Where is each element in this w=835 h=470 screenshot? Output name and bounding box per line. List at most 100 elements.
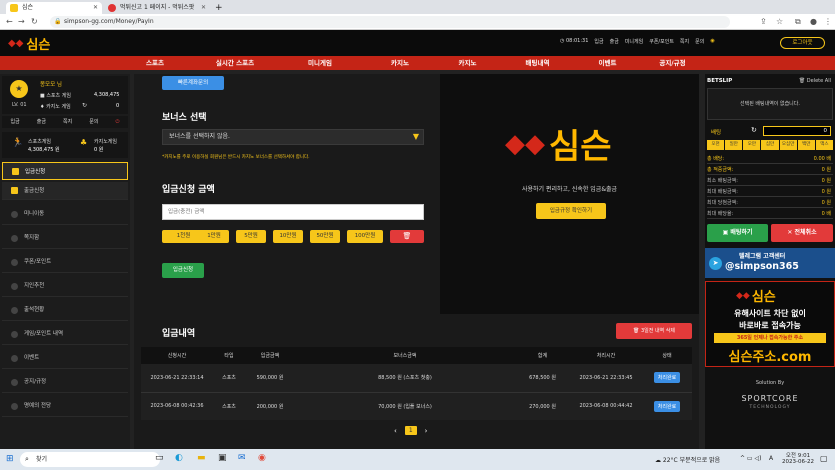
mail-icon[interactable]: ✉ <box>238 453 246 463</box>
telegram-banner[interactable]: ➤ 텔레그램 고객센터 @simpson365 <box>705 248 835 278</box>
top-link-deposit[interactable]: 입금 <box>594 38 603 45</box>
betslip-row-label: 최소 배팅금액: <box>707 178 738 184</box>
menu-icon[interactable]: ⋮ <box>824 17 832 27</box>
amount-1m-button[interactable]: 100만원 <box>347 230 383 243</box>
top-link-withdraw[interactable]: 출금 <box>610 38 619 45</box>
amount-10k-button[interactable]: 1만원 <box>199 230 229 243</box>
amount-input[interactable] <box>162 204 424 220</box>
profile-icon[interactable]: ● <box>810 17 817 27</box>
sidebar-item-minigame[interactable]: 미니이동 <box>2 204 128 225</box>
amount-50k-button[interactable]: 5만원 <box>236 230 266 243</box>
site-logo[interactable]: ◆◆ 심슨 <box>8 34 50 53</box>
new-tab-button[interactable]: + <box>212 2 226 14</box>
sidebar-item-deposit[interactable]: 입금신청 <box>2 162 128 180</box>
page-1-button[interactable]: 1 <box>404 426 417 435</box>
quick-inquiry[interactable]: 문의 <box>89 116 98 128</box>
top-link-coupon[interactable]: 쿠폰/포인트 <box>649 38 674 45</box>
bonus-note: *카지노를 주로 이용하실 회원님은 반드시 카지노 보너스를 선택하셔야 합니… <box>162 155 310 160</box>
ime-indicator[interactable]: A <box>769 455 773 462</box>
sidebar-item-notice[interactable]: 공지/규정 <box>2 372 128 393</box>
tab-active[interactable]: 심슨 ✕ <box>6 2 102 14</box>
sidebar-item-coupon[interactable]: 쿠폰/포인트 <box>2 252 128 273</box>
deposit-rules-button[interactable]: 입금규정 확인하기 <box>536 203 606 219</box>
sidebar-item-messages[interactable]: 쪽지함 <box>2 228 128 249</box>
amount-500k-button[interactable]: 50만원 <box>310 230 340 243</box>
nav-notice[interactable]: 공지/규정 <box>635 56 710 70</box>
url-field[interactable]: 🔒 simpson-gg.com/Money/PayIn <box>50 16 730 28</box>
table-header-row: 신청시간 타입 입금금액 보너스금액 합계 처리시간 상태 <box>141 347 692 364</box>
lock-icon: 🔒 <box>54 18 62 25</box>
taskbar-search[interactable]: ⌕ 찾기 <box>20 452 160 467</box>
share-icon[interactable]: ⇪ <box>760 17 767 27</box>
quick-max-button[interactable]: 맥스 <box>815 140 833 150</box>
quick-10k-button[interactable]: 일만 <box>725 140 743 150</box>
logout-button[interactable]: 로그아웃 <box>780 37 825 49</box>
sidebar-item-withdraw[interactable]: 출금신청 <box>2 182 128 200</box>
nav-event[interactable]: 이벤트 <box>570 56 645 70</box>
trash-icon: 🗑 <box>798 78 807 84</box>
quick-message[interactable]: 쪽지 <box>63 116 72 128</box>
place-bet-button[interactable]: ▣ 배팅하기 <box>707 224 768 242</box>
logo-text: 심슨 <box>26 38 51 53</box>
clock[interactable]: 오전 9:01 2023-06-22 <box>780 451 816 465</box>
quick-50k-button[interactable]: 오만 <box>743 140 761 150</box>
notification-icon[interactable]: ▢ <box>820 454 828 463</box>
browser-tab-bar: 심슨 ✕ 먹튀신고 1 페이지 - 먹튀스팟 ✕ + <box>0 0 835 14</box>
left-sidebar: ★ LV. 01 몽모모 님 ■ 스포츠 게임 4,308,475 ♦ 카지노 … <box>0 74 130 449</box>
bonus-select[interactable]: 보너스를 선택하지 않음. ▼ <box>162 129 424 145</box>
sidebar-item-referral[interactable]: 지인추천 <box>2 276 128 297</box>
sidebar-item-point-history[interactable]: 게임/포인트 내역 <box>2 324 128 345</box>
nav-sports[interactable]: 스포츠 <box>110 56 200 70</box>
extensions-icon[interactable]: ⧉ <box>795 17 801 27</box>
quick-account-inquiry-button[interactable]: 빠른계좌문의 <box>162 76 224 90</box>
top-link-inquiry[interactable]: 문의 <box>695 38 704 45</box>
top-link-minigame[interactable]: 미니게임 <box>625 38 643 45</box>
nav-live-sports[interactable]: 실시간 스포츠 <box>190 56 280 70</box>
store-icon[interactable]: ▣ <box>218 453 227 463</box>
quick-1m-button[interactable]: 백만 <box>797 140 815 150</box>
weather-widget[interactable]: ☁ 22°C 부분적으로 맑음 <box>655 455 720 464</box>
ad-banner[interactable]: ◆◆ 심슨 유해사이트 차단 없이 바로바로 접속가능 365일 언제나 접속가… <box>705 281 835 367</box>
table-row: 2023-06-21 22:33:14 스포츠 590,000 원 88,500… <box>141 364 692 392</box>
quick-withdraw[interactable]: 출금 <box>37 116 46 128</box>
quick-deposit[interactable]: 입금 <box>11 116 20 128</box>
nav-bet-history[interactable]: 배팅내역 <box>500 56 575 70</box>
next-page-icon[interactable]: › <box>425 427 428 435</box>
sidebar-item-hall-of-fame[interactable]: 명예의 전당 <box>2 396 128 417</box>
chrome-icon[interactable]: ◉ <box>258 453 266 463</box>
edge-icon[interactable]: ◐ <box>175 453 183 463</box>
quick-5k-button[interactable]: 오천 <box>707 140 725 150</box>
close-tab-icon[interactable]: ✕ <box>93 2 98 14</box>
refresh-icon[interactable]: ↻ <box>82 102 87 109</box>
amount-100k-button[interactable]: 10만원 <box>273 230 303 243</box>
telegram-handle: @simpson365 <box>725 261 799 272</box>
top-link-message[interactable]: 쪽지 <box>680 38 689 45</box>
trash-icon[interactable]: 🗑 <box>390 230 424 243</box>
tray-icons[interactable]: ^ ▭ ◁) <box>740 455 761 462</box>
quick-100k-button[interactable]: 십만 <box>761 140 779 150</box>
task-view-icon[interactable]: ▭ <box>155 453 164 463</box>
forward-icon[interactable]: → <box>18 17 25 27</box>
power-icon[interactable]: ⏻ <box>115 116 119 128</box>
sidebar-item-attendance[interactable]: 출석현황 <box>2 300 128 321</box>
delete-history-button[interactable]: 🗑 3일전 내역 삭제 <box>616 323 692 339</box>
refresh-icon[interactable]: ↻ <box>751 126 757 134</box>
nav-minigame[interactable]: 미니게임 <box>275 56 365 70</box>
clear-bets-button[interactable]: ✕ 전체취소 <box>771 224 833 242</box>
delete-all-link[interactable]: 🗑 Delete All <box>799 78 831 84</box>
sound-icon[interactable]: ◉ <box>710 38 714 45</box>
nav-slot[interactable]: 카지노 <box>430 56 505 70</box>
tab-inactive[interactable]: 먹튀신고 1 페이지 - 먹튀스팟 ✕ <box>104 2 210 14</box>
folder-icon[interactable]: ▬ <box>197 453 206 463</box>
quick-500k-button[interactable]: 오십만 <box>779 140 797 150</box>
close-tab-icon[interactable]: ✕ <box>201 2 206 14</box>
deposit-submit-button[interactable]: 입금신청 <box>162 263 204 278</box>
reload-icon[interactable]: ↻ <box>31 17 38 27</box>
back-icon[interactable]: ← <box>6 17 13 27</box>
chevron-down-icon: ▼ <box>412 132 419 141</box>
bet-amount-input[interactable]: 0 <box>763 126 831 136</box>
prev-page-icon[interactable]: ‹ <box>394 427 397 435</box>
windows-start-icon[interactable]: ⊞ <box>6 454 14 464</box>
star-icon[interactable]: ☆ <box>776 17 783 27</box>
sidebar-item-event[interactable]: 이벤트 <box>2 348 128 369</box>
